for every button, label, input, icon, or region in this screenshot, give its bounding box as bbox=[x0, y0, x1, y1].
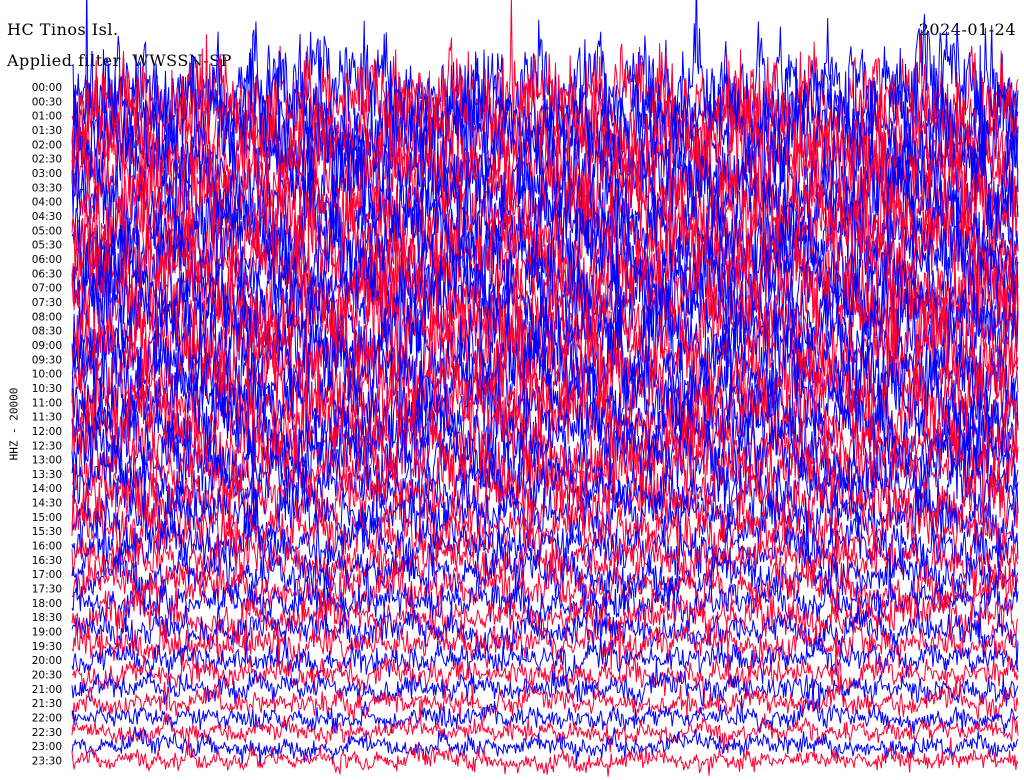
row-label-2100: 21:00 bbox=[32, 684, 62, 696]
row-label-1400: 14:00 bbox=[32, 483, 62, 495]
row-label-0530: 05:30 bbox=[32, 240, 62, 252]
row-label-0730: 07:30 bbox=[32, 297, 62, 309]
row-label-1230: 12:30 bbox=[32, 440, 62, 452]
row-label-0330: 03:30 bbox=[32, 182, 62, 194]
row-label-1330: 13:30 bbox=[32, 469, 62, 481]
trace-group bbox=[71, 0, 1019, 777]
row-label-0900: 09:00 bbox=[32, 340, 62, 352]
row-label-0930: 09:30 bbox=[32, 354, 62, 366]
row-label-1530: 15:30 bbox=[32, 526, 62, 538]
row-label-1730: 17:30 bbox=[32, 584, 62, 596]
row-label-0600: 06:00 bbox=[32, 254, 62, 266]
row-label-1830: 18:30 bbox=[32, 612, 62, 624]
row-label-1500: 15:00 bbox=[32, 512, 62, 524]
row-label-0300: 03:00 bbox=[32, 168, 62, 180]
row-label-2230: 22:30 bbox=[32, 727, 62, 739]
row-label-0000: 00:00 bbox=[32, 82, 62, 94]
row-label-0400: 04:00 bbox=[32, 197, 62, 209]
trace-row-2330 bbox=[71, 734, 1019, 777]
row-label-0630: 06:30 bbox=[32, 268, 62, 280]
row-label-0100: 01:00 bbox=[32, 111, 62, 123]
row-label-1600: 16:00 bbox=[32, 541, 62, 553]
trace-row-2100 bbox=[71, 658, 1019, 714]
row-label-1030: 10:30 bbox=[32, 383, 62, 395]
helicorder-plot: 00:00 00:30 01:00 01:30 02:00 02:30 03:00 03:30… bbox=[32, 0, 1019, 777]
row-label-group: 00:00 00:30 01:00 01:30 02:00 02:30 03:00 03:30… bbox=[32, 82, 62, 768]
row-label-0800: 08:00 bbox=[32, 311, 62, 323]
row-label-0430: 04:30 bbox=[32, 211, 62, 223]
row-label-2200: 22:00 bbox=[32, 713, 62, 725]
row-label-0030: 00:30 bbox=[32, 96, 62, 108]
row-label-0830: 08:30 bbox=[32, 326, 62, 338]
row-label-2300: 23:00 bbox=[32, 741, 62, 753]
row-label-0500: 05:00 bbox=[32, 225, 62, 237]
row-label-0700: 07:00 bbox=[32, 283, 62, 295]
row-label-0130: 01:30 bbox=[32, 125, 62, 137]
row-label-1430: 14:30 bbox=[32, 498, 62, 510]
row-label-1300: 13:00 bbox=[32, 455, 62, 467]
row-label-1000: 10:00 bbox=[32, 369, 62, 381]
row-label-1900: 19:00 bbox=[32, 627, 62, 639]
row-label-2130: 21:30 bbox=[32, 698, 62, 710]
trace-row-2030 bbox=[71, 634, 1019, 709]
row-label-1930: 19:30 bbox=[32, 641, 62, 653]
row-label-2330: 23:30 bbox=[32, 756, 62, 768]
row-label-0230: 02:30 bbox=[32, 154, 62, 166]
row-label-0200: 02:00 bbox=[32, 139, 62, 151]
row-label-1630: 16:30 bbox=[32, 555, 62, 567]
row-label-2030: 20:30 bbox=[32, 670, 62, 682]
row-label-1130: 11:30 bbox=[32, 412, 62, 424]
row-label-2000: 20:00 bbox=[32, 655, 62, 667]
row-label-1700: 17:00 bbox=[32, 569, 62, 581]
row-label-1100: 11:00 bbox=[32, 397, 62, 409]
row-label-1800: 18:00 bbox=[32, 598, 62, 610]
row-label-1200: 12:00 bbox=[32, 426, 62, 438]
